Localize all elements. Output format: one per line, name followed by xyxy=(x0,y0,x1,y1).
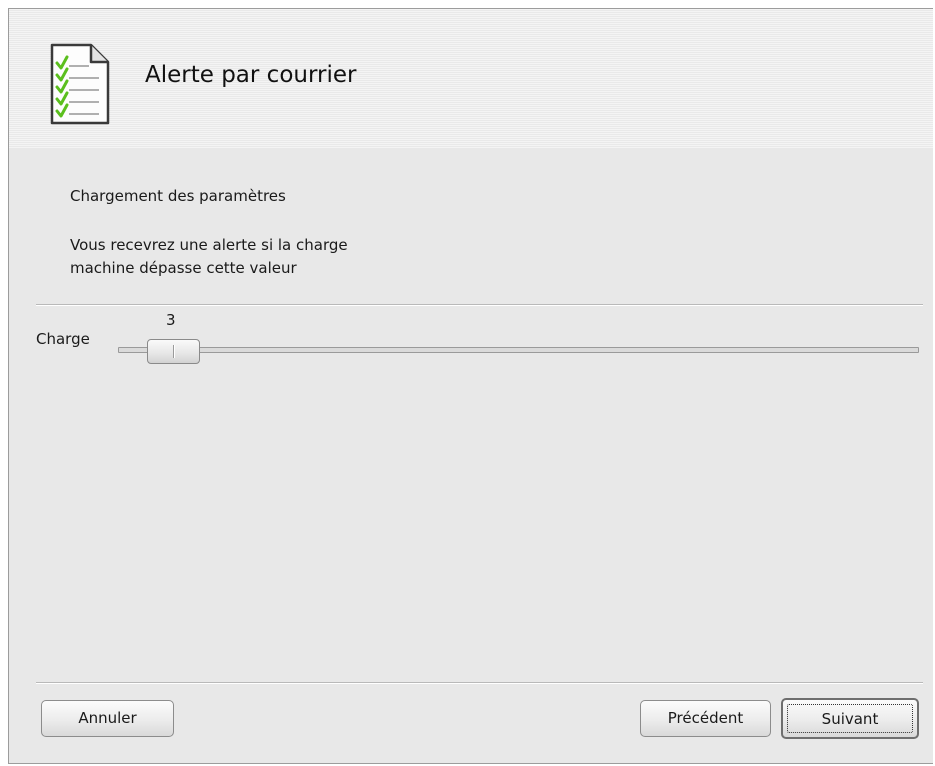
description-line-1: Vous recevrez une alerte si la charge xyxy=(70,236,348,254)
description-text: Vous recevrez une alerte si la charge ma… xyxy=(70,234,570,280)
charge-slider-track[interactable] xyxy=(118,347,919,353)
checklist-document-icon xyxy=(50,43,110,125)
next-button-label: Suivant xyxy=(821,710,879,728)
slider-grip xyxy=(173,345,175,358)
description-line-2: machine dépasse cette valeur xyxy=(70,259,297,277)
section-title: Chargement des paramètres xyxy=(70,187,286,205)
charge-slider-handle[interactable] xyxy=(147,339,200,364)
wizard-window: Alerte par courrier Chargement des param… xyxy=(8,8,933,764)
slider-value: 3 xyxy=(166,311,176,329)
top-separator xyxy=(36,304,923,306)
charge-label: Charge xyxy=(36,330,90,348)
next-button[interactable]: Suivant xyxy=(781,698,919,739)
page-title: Alerte par courrier xyxy=(145,62,357,88)
bottom-separator xyxy=(36,682,923,684)
wizard-header: Alerte par courrier xyxy=(9,9,933,148)
cancel-button[interactable]: Annuler xyxy=(41,700,174,737)
previous-button[interactable]: Précédent xyxy=(640,700,771,737)
